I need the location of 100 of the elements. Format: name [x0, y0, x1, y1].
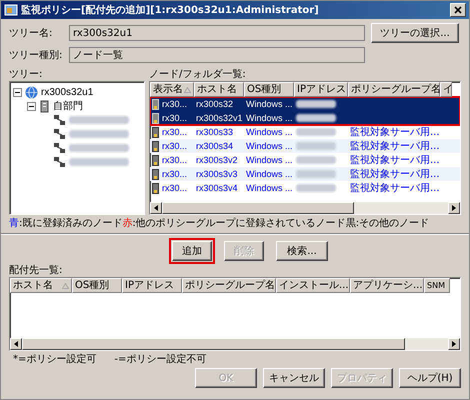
- server-icon: [152, 112, 159, 124]
- table-cell-text: 監視対象サーバ用...: [349, 182, 440, 195]
- table-cell: rx30...: [150, 140, 194, 152]
- window-title: 監視ポリシー[配付先の追加][1:rx300s32u1:Administrator]: [21, 4, 320, 17]
- network-node-icon: [53, 128, 66, 140]
- note-text: *=ポリシー設定可: [13, 353, 96, 367]
- blurred-text: [296, 156, 336, 164]
- sort-icon: [184, 87, 191, 93]
- table-cell-text: rx300s32: [195, 99, 234, 109]
- tree-item[interactable]: 自部門: [53, 99, 83, 113]
- table-cell: rx30...: [150, 154, 194, 166]
- table-cell-text: 監視対象サーバ用...: [349, 140, 440, 153]
- horizontal-scrollbar[interactable]: [10, 338, 460, 350]
- scroll-left-icon[interactable]: [153, 205, 159, 211]
- tree-name-field[interactable]: rx300s32u1: [69, 25, 365, 41]
- table-row[interactable]: rx30... rx300s33 Windows ... 監視対象サーバ用...: [150, 125, 460, 139]
- table-cell-text: rx300s3v2: [195, 155, 239, 165]
- app-icon: [4, 3, 18, 17]
- column-header[interactable]: インストール...: [276, 278, 350, 293]
- column-header[interactable]: 表示名: [150, 82, 194, 97]
- column-header[interactable]: イ: [440, 82, 452, 97]
- table-row[interactable]: rx30... rx300s32 Windows ...: [150, 97, 460, 111]
- tree-item[interactable]: rx300s32u1: [41, 86, 94, 98]
- blurred-text: [296, 184, 336, 192]
- table-cell-text: 監視対象サーバ用...: [349, 168, 440, 181]
- action-button[interactable]: 検索...: [276, 241, 328, 261]
- table-cell-text: rx300s3v3: [195, 169, 239, 179]
- table-cell: rx30...: [150, 168, 194, 180]
- section-label: 配付先一覧:: [9, 264, 64, 277]
- field-label: ツリー種別:: [9, 49, 63, 62]
- column-header[interactable]: OS種別: [72, 278, 122, 293]
- table-cell-text: rx300s33: [195, 127, 234, 137]
- dialog-button[interactable]: キャンセル: [263, 368, 325, 388]
- network-node-icon: [53, 114, 66, 126]
- column-header[interactable]: OS種別: [244, 82, 294, 97]
- table-row[interactable]: rx30... rx300s32v1 Windows ...: [150, 111, 460, 125]
- column-header[interactable]: ホスト名: [10, 278, 72, 293]
- server-icon: [152, 126, 159, 138]
- table-cell: rx30...: [150, 112, 194, 124]
- blurred-text: [296, 100, 336, 108]
- scroll-right-icon[interactable]: [451, 341, 457, 347]
- blurred-text: [296, 114, 336, 122]
- column-header[interactable]: IPアドレス: [294, 82, 348, 97]
- blurred-text: [296, 128, 336, 136]
- sort-icon: [62, 283, 69, 289]
- blurred-label: [69, 116, 129, 124]
- column-header[interactable]: IPアドレス: [122, 278, 182, 293]
- table-cell-text: Windows ...: [245, 155, 294, 165]
- blurred-label: [69, 130, 129, 138]
- column-header[interactable]: ポリシーグループ名: [182, 278, 276, 293]
- table-cell-text: Windows ...: [245, 141, 294, 151]
- blurred-label: [69, 158, 129, 166]
- table-cell-text: 監視対象サーバ用...: [349, 154, 440, 167]
- note-text: -=ポリシー設定不可: [114, 353, 206, 367]
- blurred-text: [296, 170, 336, 178]
- network-node-icon: [53, 142, 66, 154]
- server-icon: [152, 140, 159, 152]
- table-cell-text: rx300s34: [195, 141, 234, 151]
- table-cell-text: Windows ...: [245, 183, 294, 193]
- table-cell: rx30...: [150, 126, 194, 138]
- column-header[interactable]: アプリケーシ...: [350, 278, 424, 293]
- dialog-button[interactable]: ヘルプ(H): [399, 368, 461, 388]
- column-header[interactable]: ホスト名: [194, 82, 244, 97]
- table-cell-text: 監視対象サーバ用...: [349, 126, 440, 139]
- section-label: ツリー:: [9, 68, 44, 81]
- action-button[interactable]: 追加: [172, 241, 212, 261]
- table-cell-text: Windows ...: [245, 113, 294, 123]
- horizontal-scrollbar[interactable]: [150, 202, 460, 214]
- close-button[interactable]: [450, 3, 466, 17]
- server-icon: [152, 182, 159, 194]
- table-row[interactable]: rx30... rx300s34 Windows ... 監視対象サーバ用...: [150, 139, 460, 153]
- table-cell: rx30...: [150, 182, 194, 194]
- table-row[interactable]: rx30... rx300s3v2 Windows ... 監視対象サーバ用...: [150, 153, 460, 167]
- scroll-right-icon[interactable]: [451, 205, 457, 211]
- table-row[interactable]: rx30... rx300s3v4 Windows ... 監視対象サーバ用...: [150, 181, 460, 195]
- server-icon: [152, 98, 159, 110]
- color-legend: 青:既に登録済みのノード赤:他のポリシーグループに登録されているノード黒:その他のノード: [9, 218, 461, 230]
- table-cell-text: rx300s32v1: [195, 113, 244, 123]
- server-icon: [152, 154, 159, 166]
- table-row[interactable]: rx30... rx300s3v3 Windows ... 監視対象サーバ用...: [150, 167, 460, 181]
- globe-icon: [25, 86, 38, 98]
- table-cell-text: rx300s3v4: [195, 183, 239, 193]
- field-label: ツリー名:: [9, 27, 54, 40]
- column-header[interactable]: SNM: [424, 278, 450, 293]
- collapse-icon[interactable]: [27, 102, 36, 110]
- building-icon: [39, 100, 50, 112]
- select-tree-button[interactable]: ツリーの選択...: [371, 23, 459, 43]
- table-cell: rx30...: [150, 98, 194, 110]
- section-label: ノード/フォルダ一覧:: [149, 68, 247, 81]
- tree-type-field[interactable]: ノード一覧: [69, 47, 365, 63]
- column-header[interactable]: ポリシーグループ名: [348, 82, 440, 97]
- server-icon: [152, 168, 159, 180]
- table-cell-text: Windows ...: [245, 127, 294, 137]
- table-cell-text: Windows ...: [245, 99, 294, 109]
- table-cell-text: Windows ...: [245, 169, 294, 179]
- network-node-icon: [53, 156, 66, 168]
- scroll-left-icon[interactable]: [13, 341, 19, 347]
- blurred-label: [69, 144, 129, 152]
- collapse-icon[interactable]: [13, 88, 22, 96]
- blurred-text: [296, 142, 336, 150]
